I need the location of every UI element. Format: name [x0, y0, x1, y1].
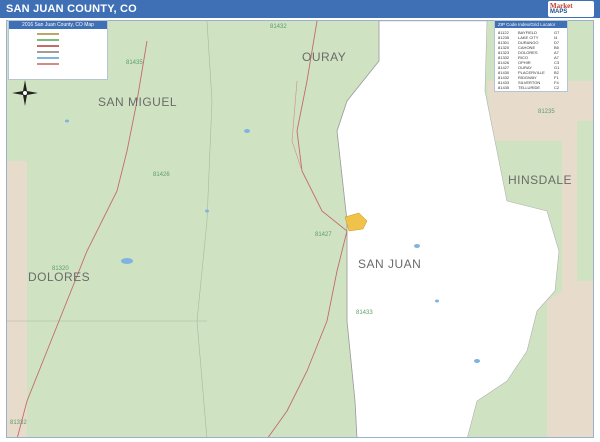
- map-legend: 2016 San Juan County, CO Map: [8, 20, 108, 80]
- map-frame: SAN JUAN COUNTY, CO Market MAPS 2016 San…: [0, 0, 600, 442]
- zip-label: 81432: [270, 24, 287, 30]
- lake: [205, 209, 209, 213]
- road-central: [267, 21, 348, 437]
- zip-label: 81332: [10, 420, 27, 426]
- lake: [244, 129, 250, 133]
- zip-label: 81235: [538, 109, 555, 115]
- lake: [414, 244, 420, 248]
- legend-swatch: [37, 63, 59, 65]
- zip-label: 81433: [356, 310, 373, 316]
- legend-header: 2016 San Juan County, CO Map: [9, 21, 107, 29]
- zip-label: 81320: [52, 266, 69, 272]
- county-label-san-miguel: SAN MIGUEL: [98, 95, 178, 109]
- map-title: SAN JUAN COUNTY, CO: [6, 3, 137, 15]
- brand-logo[interactable]: Market MAPS: [548, 1, 594, 17]
- lake: [65, 119, 69, 123]
- zip-index-header: ZIP Code Index/Grid Locator: [495, 21, 567, 28]
- zip-code: 81435: [498, 85, 510, 90]
- legend-swatch: [37, 33, 59, 35]
- legend-swatch: [37, 57, 59, 59]
- lake: [474, 359, 480, 363]
- logo-line2: MAPS: [550, 9, 568, 15]
- county-label-dolores: DOLORES: [28, 270, 91, 284]
- zip-index-table: ZIP Code Index/Grid Locator 81122 BAYFIEL…: [494, 20, 568, 92]
- county-boundary-west: [196, 21, 213, 437]
- lake: [435, 299, 439, 303]
- lake: [121, 258, 133, 264]
- zip-row: 81435 TELLURIDE C2: [498, 85, 559, 90]
- zip-place: TELLURIDE: [518, 85, 541, 90]
- legend-swatch: [37, 45, 59, 47]
- zip-grid: C2: [554, 85, 560, 90]
- county-label-san-juan: SAN JUAN: [358, 257, 422, 271]
- outside-region-west: [7, 161, 27, 437]
- county-label-hinsdale: HINSDALE: [508, 173, 573, 187]
- legend-swatch: [37, 39, 59, 41]
- zip-label: 81435: [126, 60, 143, 66]
- title-bar: SAN JUAN COUNTY, CO Market MAPS: [0, 0, 600, 18]
- legend-swatch: [37, 51, 59, 53]
- county-label-ouray: OURAY: [302, 50, 347, 64]
- zip-label: 81427: [315, 232, 332, 238]
- compass-rose-icon: [12, 80, 38, 106]
- zip-label: 81426: [153, 172, 170, 178]
